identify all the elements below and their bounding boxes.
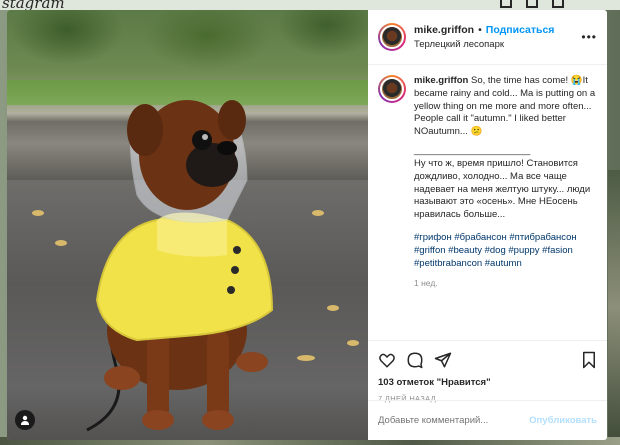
direct-icon [526,0,538,8]
dog-in-raincoat [86,100,274,432]
post-modal: mike.griffon • Подписаться Терлецкий лес… [7,10,607,440]
photo-trees [7,10,368,80]
photo-leaf [312,210,324,216]
publish-button[interactable]: Опубликовать [529,415,597,426]
caption-divider: ______________________ [414,145,531,157]
photo-leaf [32,210,44,216]
photo-leaf [327,305,339,311]
photo-leaf [297,355,315,361]
bookmark-icon[interactable] [581,351,597,369]
background-right-strip [608,170,620,445]
caption-hashtags[interactable]: #грифон #брабансон #птибрабансон #griffo… [414,232,597,270]
share-icon[interactable] [434,351,452,369]
more-horizontal-icon[interactable]: ••• [581,30,597,44]
caption-russian: Ну что ж, время пришло! Становится дождл… [414,157,591,221]
header-text: mike.griffon • Подписаться Терлецкий лес… [414,24,554,50]
post-photo[interactable] [7,10,368,440]
location-link[interactable]: Терлецкий лесопарк [414,39,554,50]
post-header: mike.griffon • Подписаться Терлецкий лес… [368,10,607,65]
user-tag-icon[interactable] [15,410,35,430]
caption-row: mike.griffon So, the time has come! 😭It … [378,75,597,290]
caption-area: mike.griffon So, the time has come! 😭It … [368,65,607,340]
separator-dot: • [478,24,482,36]
action-bar [378,349,597,371]
follow-button[interactable]: Подписаться [486,24,555,37]
photo-leaf [347,340,359,346]
username-link[interactable]: mike.griffon [414,24,474,37]
background-nav [500,0,564,8]
avatar[interactable] [378,23,406,51]
caption-username[interactable]: mike.griffon [414,75,468,86]
photo-leaf [55,240,67,246]
comment-icon[interactable] [406,351,424,369]
heart-icon[interactable] [378,351,396,369]
caption-time-ago: 1 нед. [414,278,438,289]
avatar[interactable] [378,75,406,103]
home-icon [500,0,512,8]
caption-text: mike.griffon So, the time has come! 😭It … [414,75,597,290]
post-side-panel: mike.griffon • Подписаться Терлецкий лес… [368,10,607,440]
comment-input[interactable] [378,415,530,426]
explore-icon [552,0,564,8]
likes-count[interactable]: 103 отметок "Нравится" [378,377,597,388]
comment-form: Опубликовать [368,400,607,440]
